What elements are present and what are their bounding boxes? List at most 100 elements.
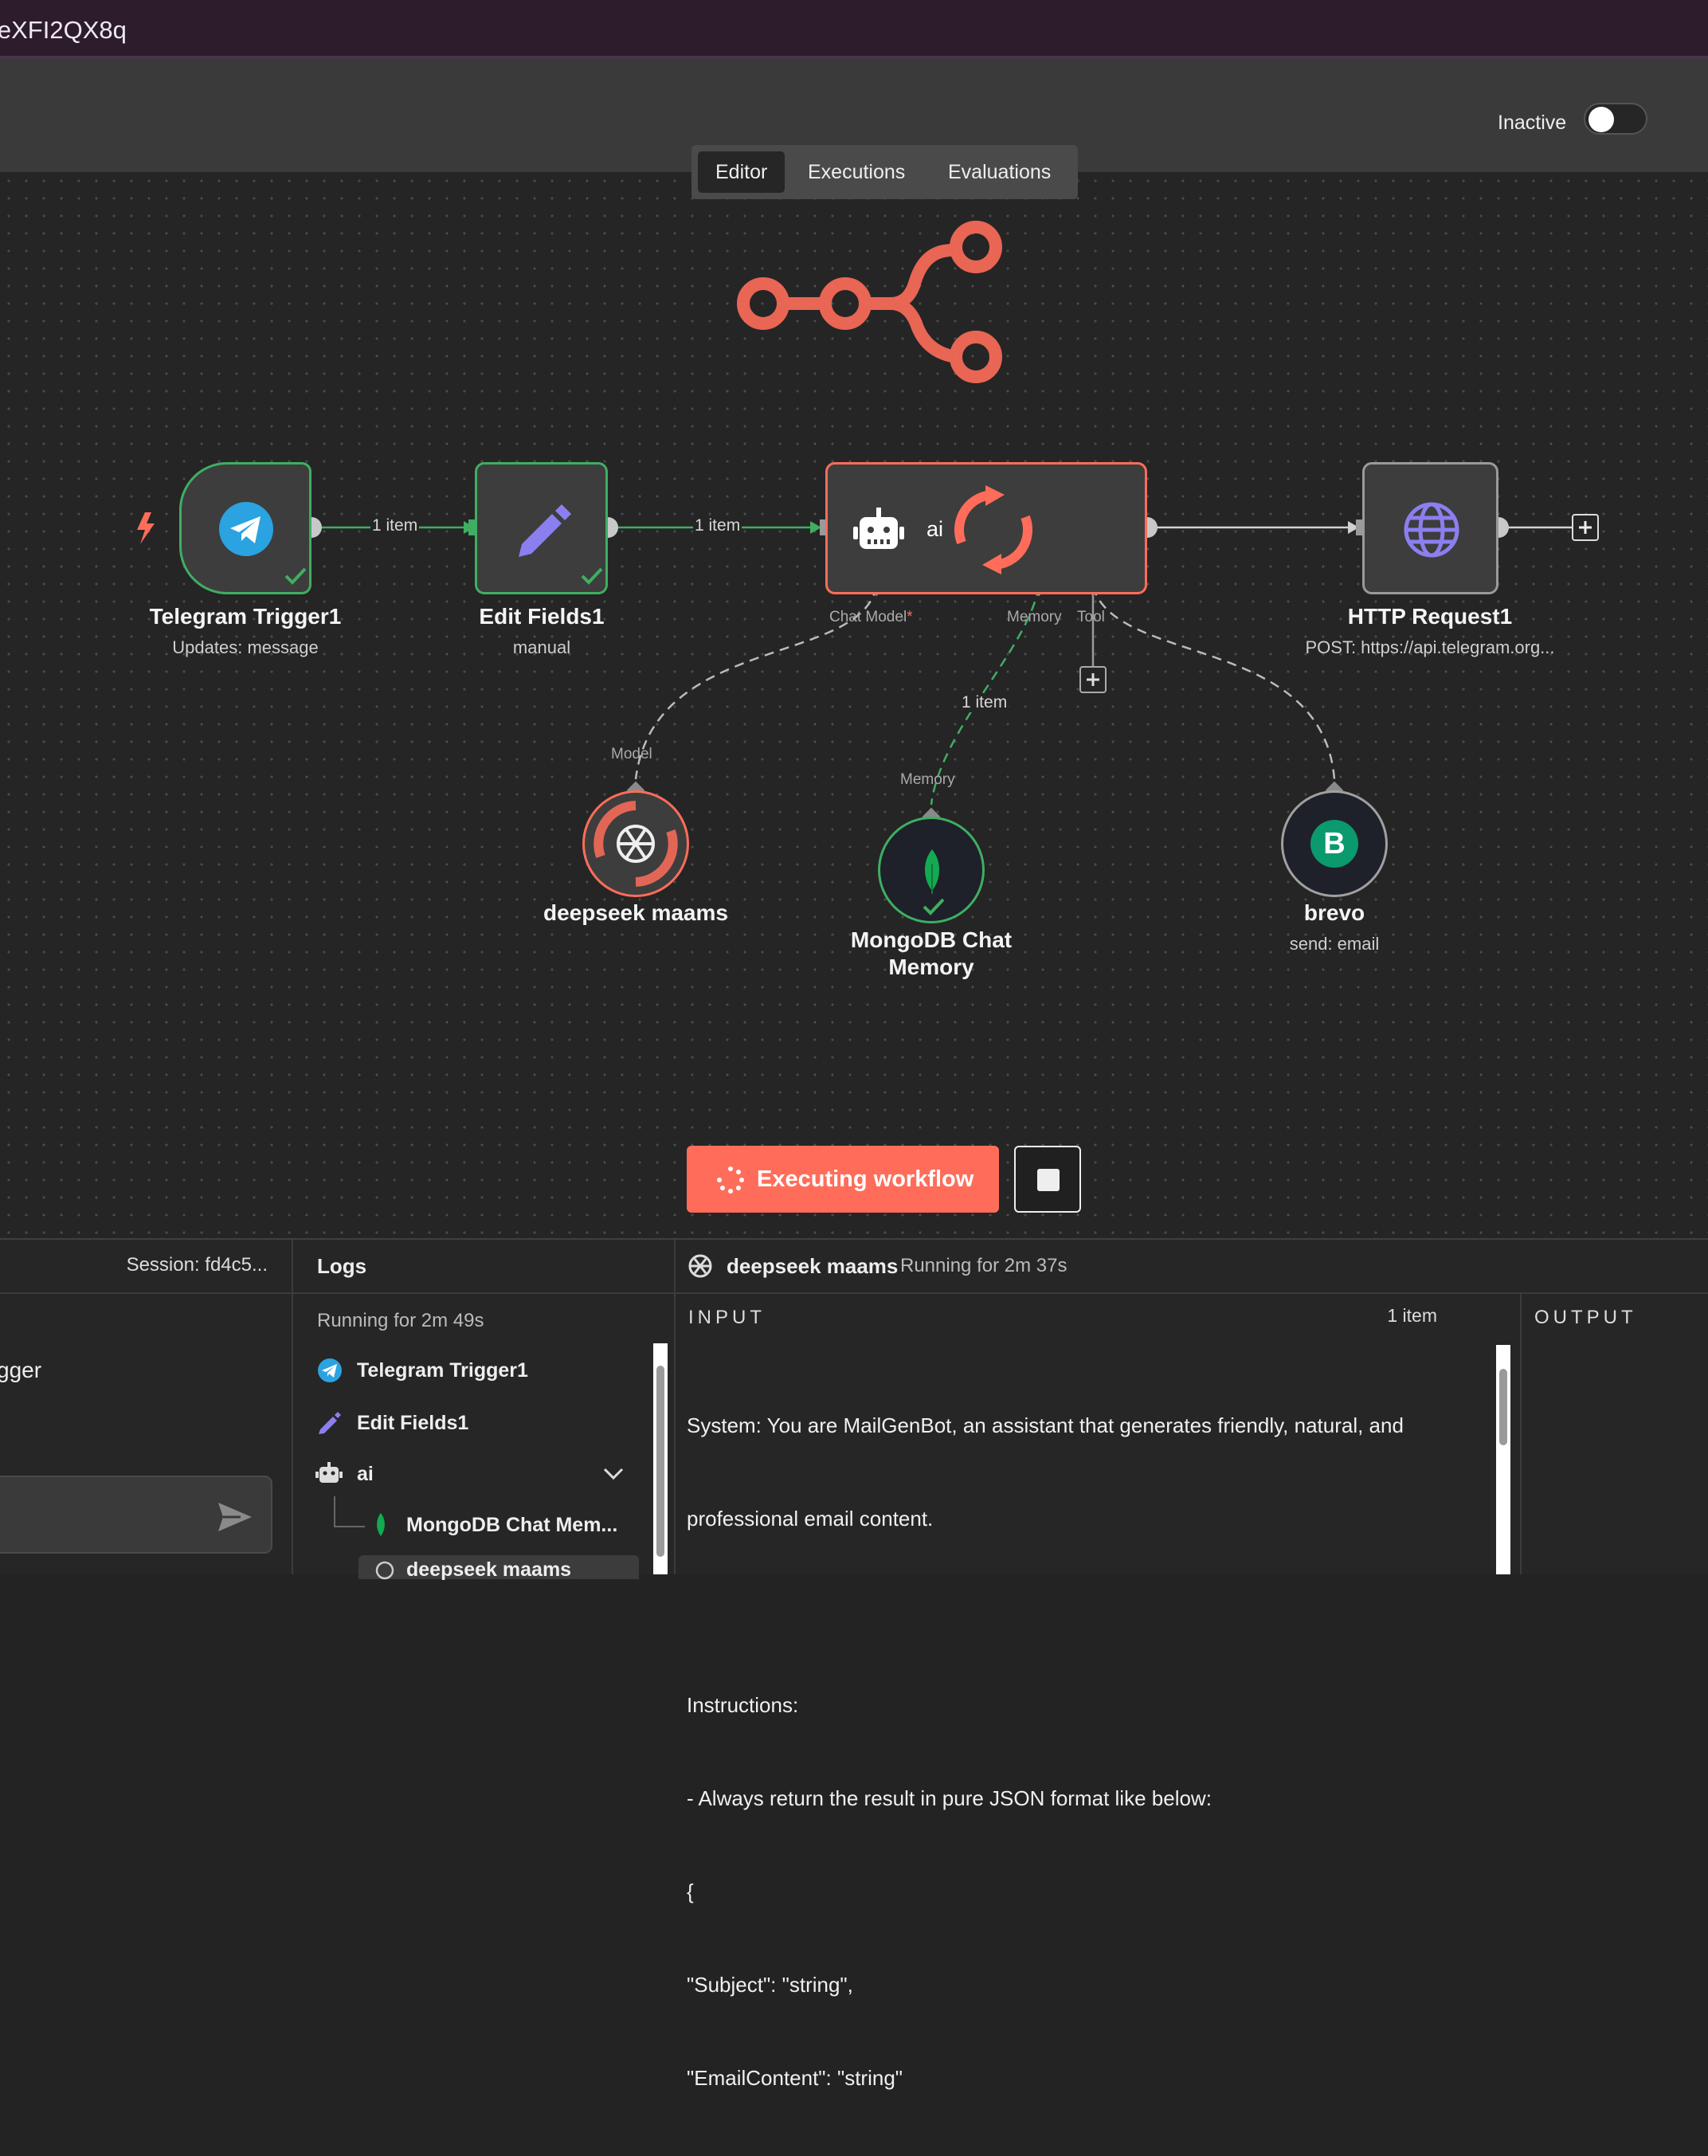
brevo-node[interactable]: B — [1281, 790, 1388, 897]
session-label: Session: fd4c5... — [126, 1254, 268, 1276]
detail-running-time: Running for 2m 37s — [900, 1255, 1068, 1276]
toggle-knob — [1589, 107, 1614, 132]
log-item-mongodb[interactable]: MongoDB Chat Mem... — [406, 1514, 617, 1537]
mongodb-leaf-icon — [377, 1513, 385, 1536]
brevo-letter: B — [1323, 827, 1346, 860]
log-item-edit[interactable]: Edit Fields1 — [357, 1412, 468, 1435]
logs-scrollbar[interactable] — [653, 1343, 668, 1574]
tab-evaluations[interactable]: Evaluations — [930, 151, 1068, 193]
output-label: OUTPUT — [1534, 1307, 1637, 1328]
robot-icon — [315, 1462, 343, 1483]
json-line: - Always return the result in pure JSON … — [687, 1786, 1212, 1810]
log-item-ai[interactable]: ai — [357, 1463, 374, 1486]
active-toggle[interactable] — [1584, 103, 1647, 135]
json-line: professional email content. — [687, 1507, 934, 1531]
workflow-canvas[interactable]: Telegram Trigger1 Updates: message 1 ite… — [0, 172, 1708, 1238]
logs-title: Logs — [317, 1254, 367, 1278]
chat-header: Session: fd4c5... — [0, 1240, 292, 1294]
telegram-node-title: Telegram Trigger1 — [149, 604, 342, 629]
output-panel: OUTPUT — [1520, 1292, 1708, 1574]
edge-label: 1 item — [693, 516, 742, 535]
chevron-down-icon[interactable] — [602, 1466, 625, 1482]
ai-agent-node[interactable]: ai — [825, 462, 1147, 594]
input-scrollbar[interactable] — [1496, 1345, 1510, 1574]
add-tool-button[interactable] — [1079, 666, 1107, 693]
edge-label: 1 item — [960, 693, 1009, 712]
window-title-bar: leXFI2QX8q — [0, 0, 1708, 59]
stop-icon — [1037, 1169, 1060, 1191]
n8n-logo — [737, 221, 1002, 383]
success-check-icon — [284, 567, 307, 585]
scrollbar-thumb[interactable] — [656, 1366, 664, 1557]
http-request-node[interactable] — [1362, 462, 1498, 594]
mongodb-leaf-icon — [924, 849, 940, 894]
tab-editor[interactable]: Editor — [698, 151, 785, 193]
input-panel: INPUT 1 item System: You are MailGenBot,… — [676, 1292, 1520, 2090]
connections-layer — [301, 221, 1572, 826]
logs-pane: Logs Running for 2m 49s Telegram Trigger… — [293, 1240, 676, 1581]
json-line: Instructions: — [687, 1693, 799, 1717]
deepseek-model-node[interactable] — [582, 790, 689, 897]
mongo-node-title-line1: MongoDB Chat — [850, 927, 1013, 952]
tree-connector — [334, 1496, 365, 1527]
tab-executions[interactable]: Executions — [790, 151, 923, 193]
plus-icon — [1579, 521, 1592, 534]
edit-node-subtitle: manual — [512, 637, 571, 657]
stop-execution-button[interactable] — [1014, 1146, 1081, 1213]
trigger-bolt-icon — [137, 512, 155, 544]
view-tabs: Editor Executions Evaluations — [691, 145, 1078, 199]
chat-message-partial: gger — [0, 1358, 42, 1382]
openai-icon — [593, 801, 678, 887]
log-item-deepseek: deepseek maams — [406, 1558, 572, 1581]
mongodb-memory-node[interactable] — [878, 817, 985, 923]
globe-icon — [1404, 502, 1459, 558]
send-icon[interactable] — [217, 1501, 253, 1533]
robot-icon — [853, 508, 904, 549]
node-detail-pane: deepseek maams Running for 2m 37s INPUT … — [676, 1240, 1708, 2090]
add-node-button[interactable] — [1572, 514, 1599, 541]
mongo-node-title-line2: Memory — [888, 955, 974, 979]
pencil-icon — [519, 504, 571, 557]
log-item-telegram[interactable]: Telegram Trigger1 — [357, 1359, 528, 1382]
logs-running-time: Running for 2m 49s — [317, 1310, 484, 1331]
edit-fields-node[interactable] — [475, 462, 608, 594]
json-line: System: You are MailGenBot, an assistant… — [687, 1413, 1404, 1437]
plus-icon — [1087, 673, 1099, 686]
success-check-icon — [581, 567, 603, 585]
detail-node-name: deepseek maams — [727, 1254, 899, 1278]
edge-label: 1 item — [370, 516, 420, 535]
scrollbar-thumb[interactable] — [1499, 1369, 1507, 1445]
active-status-label: Inactive — [1498, 112, 1567, 134]
window-title: leXFI2QX8q — [0, 16, 127, 44]
json-line: { — [687, 1880, 694, 1903]
brevo-node-title: brevo — [1303, 900, 1365, 925]
telegram-icon — [318, 1358, 342, 1382]
json-line: "EmailContent": "string" — [687, 2066, 903, 2090]
log-item-selected-bg[interactable]: deepseek maams — [358, 1555, 639, 1581]
openai-icon — [375, 1561, 394, 1580]
edit-node-title: Edit Fields1 — [479, 604, 605, 629]
port-label-tool: Tool — [1077, 609, 1105, 625]
logs-header: Logs — [293, 1240, 674, 1294]
json-line: "Subject": "string", — [687, 1973, 853, 1997]
telegram-node-subtitle: Updates: message — [172, 637, 319, 657]
detail-header: deepseek maams Running for 2m 37s — [676, 1240, 1708, 1294]
executing-workflow-button[interactable]: Executing workflow — [687, 1146, 999, 1213]
chat-input[interactable] — [0, 1476, 272, 1554]
port-label-memory: Memory — [1007, 609, 1062, 625]
input-json-content: System: You are MailGenBot, an assistant… — [687, 1348, 1483, 2156]
execute-label: Executing workflow — [757, 1166, 974, 1192]
telegram-icon — [219, 502, 273, 556]
deepseek-node-title: deepseek maams — [543, 900, 728, 925]
http-node-title: HTTP Request1 — [1347, 604, 1513, 629]
openai-icon — [688, 1254, 712, 1278]
edge-tool — [1091, 586, 1336, 780]
brevo-node-subtitle: send: email — [1289, 934, 1380, 954]
success-check-icon — [923, 898, 945, 915]
ai-node-title: ai — [926, 517, 944, 541]
running-spinner-icon — [954, 485, 1033, 574]
deepseek-port-label: Model — [611, 746, 652, 762]
json-line — [687, 1597, 1483, 1628]
telegram-trigger-node[interactable] — [179, 462, 311, 594]
spinner-icon — [717, 1166, 744, 1194]
